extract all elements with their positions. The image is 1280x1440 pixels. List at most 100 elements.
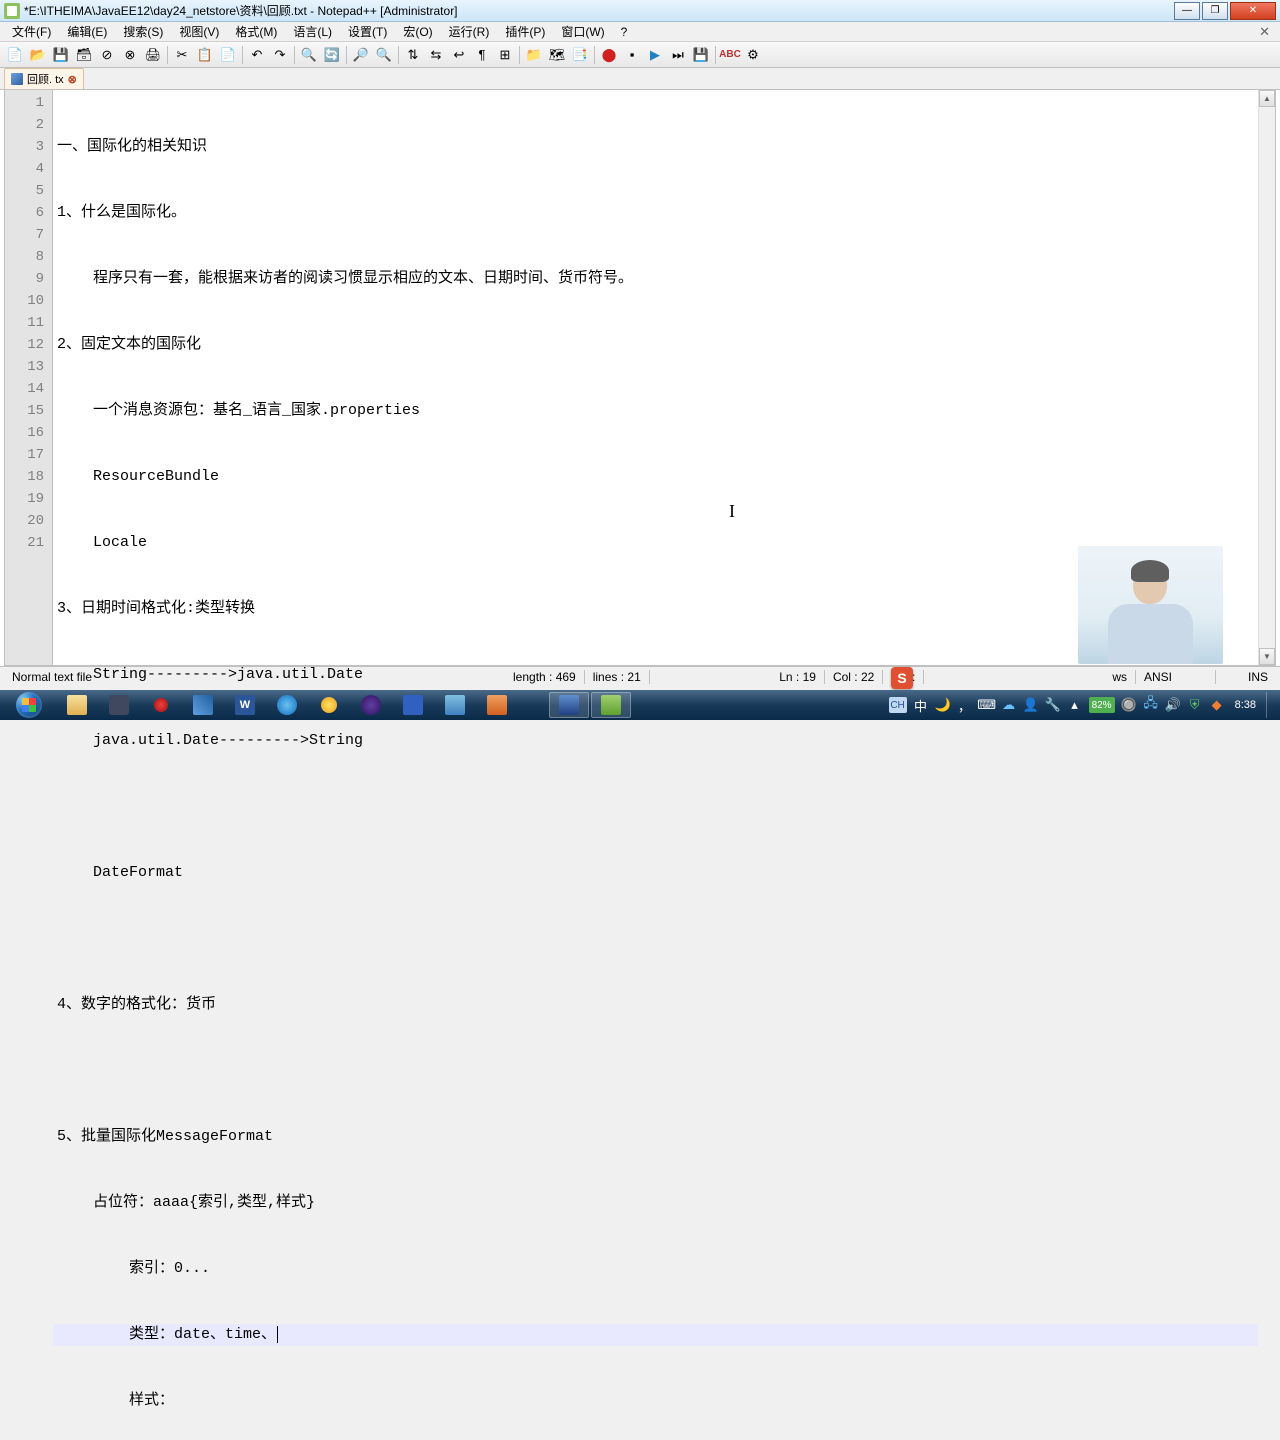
tab-close-icon[interactable]: ⊗ xyxy=(68,73,77,86)
menu-window[interactable]: 窗口(W) xyxy=(553,21,612,42)
code-line: 样式： xyxy=(53,1390,1258,1412)
tray-expand-icon[interactable]: ▴ xyxy=(1067,697,1083,713)
tray-shield-icon[interactable]: ⛨ xyxy=(1187,697,1203,713)
find-icon[interactable]: 🔍 xyxy=(298,44,320,66)
macro-save-icon[interactable]: 💾 xyxy=(690,44,712,66)
vertical-scrollbar[interactable]: ▲ ▼ xyxy=(1258,90,1275,665)
taskbar-app-2[interactable] xyxy=(183,692,223,718)
new-file-icon[interactable]: 📄 xyxy=(4,44,26,66)
macro-play-icon[interactable]: ▶ xyxy=(644,44,666,66)
tray-punct-icon[interactable]: ， xyxy=(957,697,973,713)
code-line: 5、批量国际化MessageFormat xyxy=(53,1126,1258,1148)
menu-bar: 文件(F) 编辑(E) 搜索(S) 视图(V) 格式(M) 语言(L) 设置(T… xyxy=(0,22,1280,42)
taskbar-ie[interactable] xyxy=(267,692,307,718)
show-desktop-button[interactable] xyxy=(1266,692,1274,718)
minimize-button[interactable]: — xyxy=(1174,2,1200,20)
menu-edit[interactable]: 编辑(E) xyxy=(59,21,115,42)
start-button[interactable] xyxy=(2,691,56,719)
mouse-text-cursor: I xyxy=(729,500,735,522)
func-list-icon[interactable]: 📑 xyxy=(569,44,591,66)
zoom-in-icon[interactable]: 🔎 xyxy=(350,44,372,66)
taskbar-eclipse[interactable] xyxy=(351,692,391,718)
open-file-icon[interactable]: 📂 xyxy=(27,44,49,66)
taskbar-app-1[interactable] xyxy=(99,692,139,718)
menu-language[interactable]: 语言(L) xyxy=(285,21,340,42)
menu-run[interactable]: 运行(R) xyxy=(441,21,498,42)
menu-settings[interactable]: 设置(T) xyxy=(340,21,395,42)
taskbar-active-notepad[interactable] xyxy=(591,692,631,718)
tray-network-icon[interactable]: 🖧 xyxy=(1143,697,1159,713)
title-bar: *E:\ITHEIMA\JavaEE12\day24_netstore\资料\回… xyxy=(0,0,1280,22)
paste-icon[interactable]: 📄 xyxy=(217,44,239,66)
tab-bar: 回顾. tx ⊗ xyxy=(0,68,1280,90)
folder-view-icon[interactable]: 📁 xyxy=(523,44,545,66)
tray-moon-icon[interactable]: 🌙 xyxy=(935,697,951,713)
maximize-button[interactable]: ❐ xyxy=(1202,2,1228,20)
menu-file[interactable]: 文件(F) xyxy=(4,21,59,42)
tray-app-icon[interactable]: ◆ xyxy=(1209,697,1225,713)
tray-volume-icon[interactable]: 🔊 xyxy=(1165,697,1181,713)
code-line: 一、国际化的相关知识 xyxy=(53,136,1258,158)
code-line: DateFormat xyxy=(53,862,1258,884)
scroll-up-icon[interactable]: ▲ xyxy=(1259,90,1275,107)
cut-icon[interactable]: ✂ xyxy=(171,44,193,66)
taskbar-active-1[interactable] xyxy=(549,692,589,718)
tray-wrench-icon[interactable]: 🔧 xyxy=(1045,697,1061,713)
code-line: 占位符：aaaa{索引,类型,样式} xyxy=(53,1192,1258,1214)
redo-icon[interactable]: ↷ xyxy=(269,44,291,66)
code-line xyxy=(53,1060,1258,1082)
tray-ime-ch[interactable]: CH xyxy=(889,697,907,713)
taskbar-explorer[interactable] xyxy=(57,692,97,718)
taskbar-app-6[interactable] xyxy=(477,692,517,718)
close-file-icon[interactable]: ⊘ xyxy=(96,44,118,66)
code-line: java.util.Date--------->String xyxy=(53,730,1258,752)
code-line: 程序只有一套，能根据来访者的阅读习惯显示相应的文本、日期时间、货币符号。 xyxy=(53,268,1258,290)
taskbar-app-4[interactable] xyxy=(393,692,433,718)
menu-view[interactable]: 视图(V) xyxy=(171,21,227,42)
replace-icon[interactable]: 🔄 xyxy=(321,44,343,66)
save-icon[interactable]: 💾 xyxy=(50,44,72,66)
tray-clock[interactable]: 8:38 xyxy=(1231,699,1260,711)
tray-power-icon[interactable]: 🔘 xyxy=(1121,697,1137,713)
wordwrap-icon[interactable]: ↩ xyxy=(448,44,470,66)
macro-multi-icon[interactable]: ⏭ xyxy=(667,44,689,66)
tray-lang[interactable]: 中 xyxy=(913,697,929,713)
save-all-icon[interactable]: 🗃 xyxy=(73,44,95,66)
indent-guide-icon[interactable]: ⊞ xyxy=(494,44,516,66)
doc-map-icon[interactable]: 🗺 xyxy=(546,44,568,66)
ime-sogou-icon[interactable]: S xyxy=(891,667,913,689)
file-tab[interactable]: 回顾. tx ⊗ xyxy=(4,68,84,89)
tray-cloud-icon[interactable]: ☁ xyxy=(1001,697,1017,713)
sync-h-icon[interactable]: ⇆ xyxy=(425,44,447,66)
undo-icon[interactable]: ↶ xyxy=(246,44,268,66)
taskbar-word[interactable]: W xyxy=(225,692,265,718)
menu-format[interactable]: 格式(M) xyxy=(227,21,285,42)
macro-stop-icon[interactable]: ▪ xyxy=(621,44,643,66)
taskbar-app-5[interactable] xyxy=(435,692,475,718)
macro-record-icon[interactable]: ⬤ xyxy=(598,44,620,66)
sync-v-icon[interactable]: ⇅ xyxy=(402,44,424,66)
window-title: *E:\ITHEIMA\JavaEE12\day24_netstore\资料\回… xyxy=(24,2,1174,19)
scroll-down-icon[interactable]: ▼ xyxy=(1259,648,1275,665)
plugin-icon[interactable]: ⚙ xyxy=(742,44,764,66)
copy-icon[interactable]: 📋 xyxy=(194,44,216,66)
menu-search[interactable]: 搜索(S) xyxy=(115,21,171,42)
tray-user-icon[interactable]: 👤 xyxy=(1023,697,1039,713)
taskbar-app-3[interactable] xyxy=(309,692,349,718)
tray-zoom[interactable]: 82% xyxy=(1089,697,1115,713)
toolbar: 📄 📂 💾 🗃 ⊘ ⊗ 🖨 ✂ 📋 📄 ↶ ↷ 🔍 🔄 🔎 🔍 ⇅ ⇆ ↩ ¶ … xyxy=(0,42,1280,68)
tray-keyboard-icon[interactable]: ⌨ xyxy=(979,697,995,713)
show-all-icon[interactable]: ¶ xyxy=(471,44,493,66)
editor-close-x[interactable]: ✕ xyxy=(1253,24,1276,40)
menu-macro[interactable]: 宏(O) xyxy=(395,21,440,42)
taskbar-record[interactable] xyxy=(141,692,181,718)
code-line xyxy=(53,928,1258,950)
code-line: 4、数字的格式化：货币 xyxy=(53,994,1258,1016)
menu-plugins[interactable]: 插件(P) xyxy=(497,21,553,42)
print-icon[interactable]: 🖨 xyxy=(142,44,164,66)
spellcheck-icon[interactable]: ABC xyxy=(719,44,741,66)
close-button[interactable]: ✕ xyxy=(1230,2,1276,20)
close-all-icon[interactable]: ⊗ xyxy=(119,44,141,66)
zoom-out-icon[interactable]: 🔍 xyxy=(373,44,395,66)
menu-help[interactable]: ? xyxy=(613,23,636,41)
